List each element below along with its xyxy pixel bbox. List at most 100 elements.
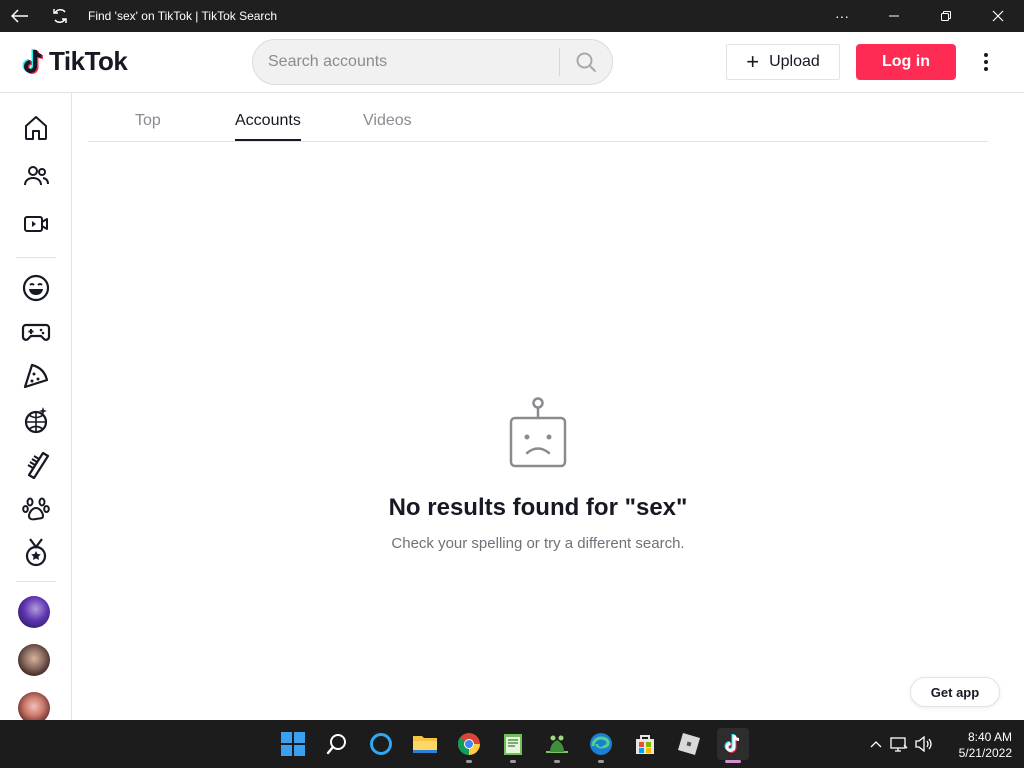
tiktok-icon xyxy=(724,734,740,753)
minimize-button[interactable] xyxy=(868,0,920,32)
search-tabs: Top Accounts Videos xyxy=(88,93,988,142)
following-icon xyxy=(24,166,49,186)
login-button[interactable]: Log in xyxy=(856,44,956,80)
sidebar xyxy=(0,93,72,720)
sidebar-item-animals[interactable] xyxy=(16,488,56,528)
file-explorer-button[interactable] xyxy=(409,728,441,760)
active-tab-indicator xyxy=(235,139,301,141)
sidebar-divider xyxy=(16,581,56,582)
chrome-button[interactable] xyxy=(453,728,485,760)
search-input[interactable] xyxy=(253,40,559,84)
beauty-icon xyxy=(27,451,50,479)
site-header: TikTok + Upload Log in xyxy=(0,32,1024,93)
cortana-icon xyxy=(370,733,392,755)
creator-avatar[interactable] xyxy=(18,692,50,720)
active-app-indicator xyxy=(725,760,741,763)
app-button[interactable] xyxy=(541,728,573,760)
tab-videos[interactable]: Videos xyxy=(363,112,412,130)
sidebar-item-following[interactable] xyxy=(16,156,56,196)
edge-button[interactable] xyxy=(585,728,617,760)
comedy-icon xyxy=(22,274,50,302)
sidebar-item-dance[interactable] xyxy=(16,400,56,440)
more-options-button[interactable]: ··· xyxy=(816,0,868,32)
more-menu-button[interactable] xyxy=(972,46,1000,78)
windows-taskbar: 8:40 AM 5/21/2022 xyxy=(0,720,1024,768)
folder-icon xyxy=(413,736,437,753)
store-button[interactable] xyxy=(629,728,661,760)
no-results-subtitle: Check your spelling or try a different s… xyxy=(391,535,685,552)
windows-logo-icon xyxy=(281,732,305,756)
food-icon xyxy=(23,363,49,389)
animals-icon xyxy=(22,497,50,521)
dance-icon xyxy=(24,407,48,434)
system-tray xyxy=(866,720,936,768)
volume-control[interactable] xyxy=(912,736,936,752)
search-icon xyxy=(326,734,346,755)
speaker-icon xyxy=(915,736,932,752)
edge-icon xyxy=(590,733,612,755)
search-button[interactable] xyxy=(560,40,612,84)
tab-top[interactable]: Top xyxy=(135,112,161,130)
refresh-button[interactable] xyxy=(40,0,80,32)
network-icon xyxy=(890,737,908,752)
creator-avatar[interactable] xyxy=(18,644,50,676)
notepad-app-button[interactable] xyxy=(497,728,529,760)
sidebar-item-beauty[interactable] xyxy=(16,444,56,484)
creator-avatar[interactable] xyxy=(18,596,50,628)
window-titlebar: Find 'sex' on TikTok | TikTok Search ··· xyxy=(0,0,1024,32)
tab-accounts[interactable]: Accounts xyxy=(235,112,301,130)
running-indicator xyxy=(554,760,560,763)
network-status[interactable] xyxy=(886,736,912,752)
show-hidden-icons-button[interactable] xyxy=(866,740,886,748)
chevron-up-icon xyxy=(870,741,882,748)
back-button[interactable] xyxy=(0,0,40,32)
sidebar-item-comedy[interactable] xyxy=(16,268,56,308)
search-bar xyxy=(252,39,613,85)
cortana-button[interactable] xyxy=(365,728,397,760)
running-indicator xyxy=(598,760,604,763)
roblox-button[interactable] xyxy=(673,728,705,760)
tiktok-note-icon xyxy=(22,48,44,74)
sidebar-item-live[interactable] xyxy=(16,204,56,244)
logo-text: TikTok xyxy=(49,46,128,76)
upload-label: Upload xyxy=(769,53,820,70)
get-app-button[interactable]: Get app xyxy=(910,677,1000,707)
sidebar-item-gaming[interactable] xyxy=(16,312,56,352)
restore-button[interactable] xyxy=(920,0,972,32)
chrome-icon xyxy=(457,733,480,755)
clock-time: 8:40 AM xyxy=(967,730,1012,744)
sidebar-item-sports[interactable] xyxy=(16,532,56,572)
sidebar-item-food[interactable] xyxy=(16,356,56,396)
tiktok-logo[interactable]: TikTok xyxy=(20,46,128,77)
vertical-ellipsis-icon xyxy=(984,53,988,71)
minimize-icon xyxy=(889,15,899,17)
running-indicator xyxy=(466,760,472,763)
clock-date: 5/21/2022 xyxy=(958,746,1012,760)
running-indicator xyxy=(510,760,516,763)
start-button[interactable] xyxy=(277,728,309,760)
back-arrow-icon xyxy=(11,9,28,23)
tiktok-app-button[interactable] xyxy=(717,728,749,760)
system-clock[interactable]: 8:40 AM 5/21/2022 xyxy=(940,729,1012,761)
close-icon xyxy=(992,10,1004,22)
roblox-icon xyxy=(678,733,700,755)
sidebar-divider xyxy=(16,257,56,258)
taskbar-search-button[interactable] xyxy=(321,728,353,760)
plus-icon: + xyxy=(746,49,760,74)
notepad-icon xyxy=(504,734,522,755)
ellipsis-icon: ··· xyxy=(835,8,849,24)
store-icon xyxy=(636,735,654,754)
refresh-icon xyxy=(53,9,67,23)
window-title: Find 'sex' on TikTok | TikTok Search xyxy=(88,9,278,23)
sidebar-item-home[interactable] xyxy=(16,108,56,148)
upload-button[interactable]: + Upload xyxy=(726,44,840,80)
plant-app-icon xyxy=(546,735,568,753)
home-icon xyxy=(25,116,47,140)
close-button[interactable] xyxy=(972,0,1024,32)
search-icon xyxy=(576,52,596,72)
sports-icon xyxy=(25,538,47,567)
sad-robot-icon xyxy=(507,396,569,475)
live-icon xyxy=(24,216,48,232)
no-results-title: No results found for "sex" xyxy=(388,494,688,521)
gaming-icon xyxy=(21,323,51,341)
